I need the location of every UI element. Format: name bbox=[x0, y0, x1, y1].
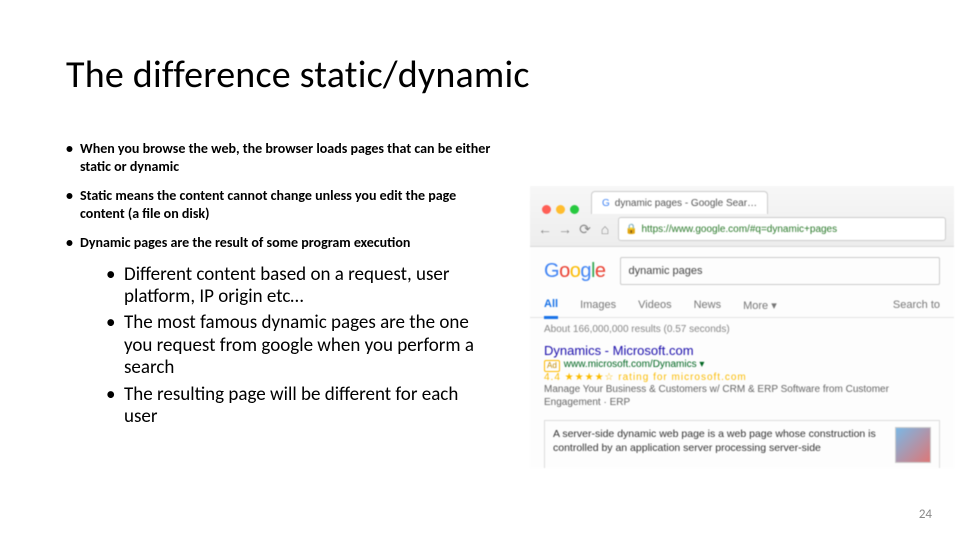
lock-icon: 🔒 bbox=[625, 224, 637, 235]
ad-result: Dynamics - Microsoft.com Ad www.microsof… bbox=[530, 341, 954, 417]
top-bullet-list: When you browse the web, the browser loa… bbox=[66, 140, 496, 252]
back-icon: ← bbox=[538, 221, 552, 237]
tab-videos: Videos bbox=[638, 299, 671, 311]
tab-search-tools: Search to bbox=[893, 299, 940, 311]
tab-images: Images bbox=[580, 299, 616, 311]
google-search-input: dynamic pages bbox=[620, 257, 940, 285]
snippet-text: A server-side dynamic web page is a web … bbox=[553, 427, 887, 463]
address-bar: ← → ⟳ ⌂ 🔒 https://www.google.com/#q=dyna… bbox=[530, 214, 954, 244]
tab-more: More ▾ bbox=[743, 299, 777, 312]
page-number: 24 bbox=[919, 507, 932, 522]
tab-favicon-icon: G bbox=[602, 198, 610, 209]
logo-letter: G bbox=[544, 260, 559, 282]
google-result-tabs: All Images Videos News More ▾ Search to bbox=[530, 293, 954, 318]
google-header: Google dynamic pages bbox=[530, 247, 954, 293]
ad-url: www.microsoft.com/Dynamics ▾ bbox=[564, 359, 705, 372]
close-dot-icon bbox=[542, 205, 551, 214]
reload-icon: ⟳ bbox=[578, 221, 592, 238]
minimize-dot-icon bbox=[556, 205, 565, 214]
home-icon: ⌂ bbox=[598, 221, 612, 237]
result-stats: About 166,000,000 results (0.57 seconds) bbox=[530, 318, 954, 341]
ad-description: Manage Your Business & Customers w/ CRM … bbox=[544, 384, 940, 409]
sub-bullet-2: The most famous dynamic pages are the on… bbox=[106, 312, 476, 379]
snippet-thumbnail bbox=[895, 427, 931, 463]
bullet-2: Static means the content cannot change u… bbox=[66, 187, 496, 222]
ad-url-line: Ad www.microsoft.com/Dynamics ▾ bbox=[544, 359, 940, 372]
featured-snippet: A server-side dynamic web page is a web … bbox=[544, 420, 940, 468]
ad-rating: 4.4 ★★★★☆ rating for microsoft.com bbox=[544, 372, 940, 385]
url-text: https://www.google.com/#q=dynamic+pages bbox=[641, 224, 837, 235]
google-logo: Google bbox=[544, 260, 606, 283]
bullet-1: When you browse the web, the browser loa… bbox=[66, 140, 496, 175]
logo-letter: o bbox=[570, 260, 581, 282]
slide-title: The difference static/dynamic bbox=[66, 52, 530, 98]
url-field: 🔒 https://www.google.com/#q=dynamic+page… bbox=[618, 217, 946, 241]
tab-news: News bbox=[694, 299, 722, 311]
logo-letter: o bbox=[559, 260, 570, 282]
forward-icon: → bbox=[558, 221, 572, 237]
bullet-3: Dynamic pages are the result of some pro… bbox=[66, 234, 496, 252]
browser-tab: G dynamic pages - Google Sear… bbox=[591, 191, 768, 214]
browser-chrome: G dynamic pages - Google Sear… ← → ⟳ ⌂ 🔒… bbox=[530, 186, 954, 247]
slide-body: When you browse the web, the browser loa… bbox=[66, 140, 496, 432]
ad-badge: Ad bbox=[544, 360, 560, 372]
tab-bar: G dynamic pages - Google Sear… bbox=[530, 186, 954, 214]
browser-screenshot: G dynamic pages - Google Sear… ← → ⟳ ⌂ 🔒… bbox=[530, 186, 954, 468]
tab-label: dynamic pages - Google Sear… bbox=[615, 198, 757, 209]
tab-all: All bbox=[544, 292, 558, 319]
maximize-dot-icon bbox=[570, 205, 579, 214]
window-controls bbox=[536, 199, 587, 214]
sub-bullet-3: The resulting page will be different for… bbox=[106, 384, 476, 429]
ad-title: Dynamics - Microsoft.com bbox=[544, 343, 940, 359]
logo-letter: g bbox=[580, 260, 591, 282]
sub-bullet-list: Different content based on a request, us… bbox=[106, 264, 476, 429]
sub-bullet-1: Different content based on a request, us… bbox=[106, 264, 476, 309]
logo-letter: e bbox=[595, 260, 606, 282]
